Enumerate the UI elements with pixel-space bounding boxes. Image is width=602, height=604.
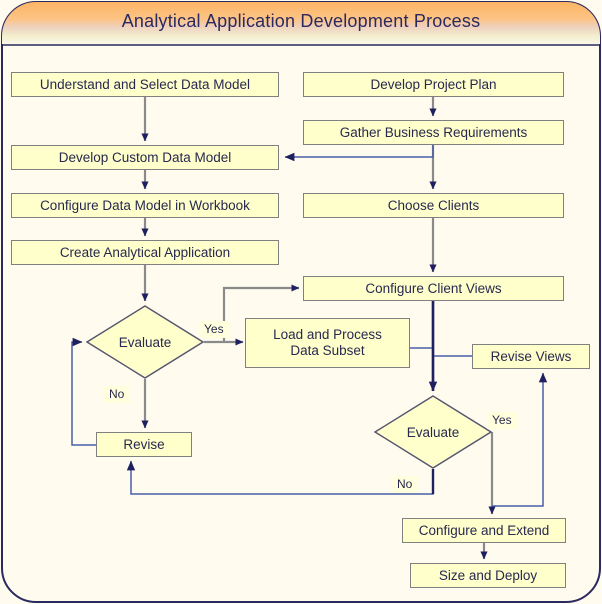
node-develop-custom-data-model[interactable]: Develop Custom Data Model	[11, 145, 279, 170]
edge-label-no-right: No	[392, 476, 418, 493]
node-configure-client-views[interactable]: Configure Client Views	[303, 276, 564, 301]
node-evaluate-right[interactable]: Evaluate	[374, 395, 492, 469]
node-choose-clients[interactable]: Choose Clients	[303, 193, 564, 218]
node-revise[interactable]: Revise	[96, 432, 192, 457]
node-create-analytical-application[interactable]: Create Analytical Application	[11, 240, 279, 265]
node-configure-and-extend[interactable]: Configure and Extend	[402, 518, 566, 543]
page-title: Analytical Application Development Proce…	[121, 11, 481, 31]
node-load-and-process-data-subset[interactable]: Load and Process Data Subset	[245, 318, 410, 368]
node-develop-project-plan[interactable]: Develop Project Plan	[303, 72, 564, 97]
diagram-title-bar: Analytical Application Development Proce…	[1, 1, 601, 44]
edge-label-yes-right: Yes	[487, 412, 517, 429]
node-evaluate-left[interactable]: Evaluate	[86, 305, 204, 379]
diagram-canvas: Analytical Application Development Proce…	[0, 0, 602, 604]
node-gather-business-requirements[interactable]: Gather Business Requirements	[303, 120, 564, 145]
edge-label-no-left: No	[104, 386, 130, 403]
node-revise-views[interactable]: Revise Views	[472, 344, 590, 369]
edge-label-yes-left: Yes	[199, 321, 229, 338]
node-size-and-deploy[interactable]: Size and Deploy	[410, 563, 566, 588]
node-evaluate-right-label: Evaluate	[406, 424, 460, 440]
node-understand-and-select-data-model[interactable]: Understand and Select Data Model	[11, 72, 279, 97]
node-evaluate-left-label: Evaluate	[118, 334, 172, 350]
node-configure-data-model-in-workbook[interactable]: Configure Data Model in Workbook	[11, 193, 279, 218]
